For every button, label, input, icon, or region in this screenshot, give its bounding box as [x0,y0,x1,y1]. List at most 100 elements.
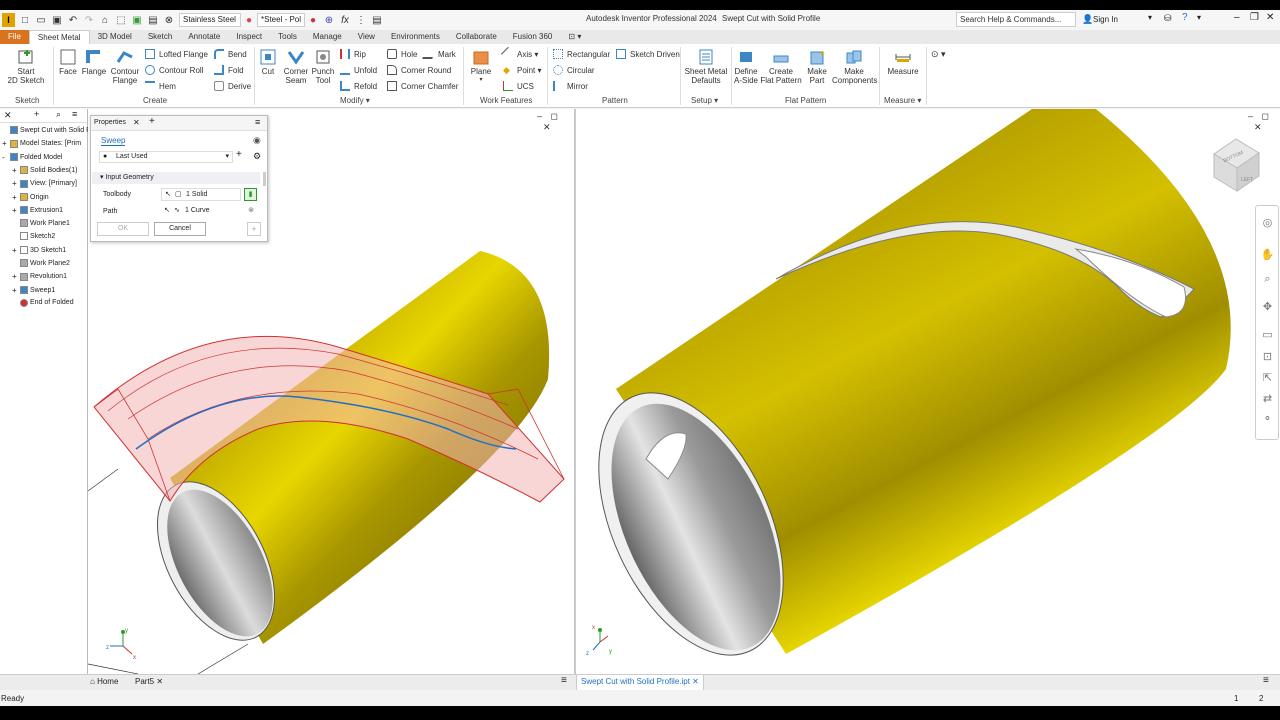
part5-tab[interactable]: Part5 ✕ [135,677,163,686]
browser-search-icon[interactable]: ⌕ [56,109,61,120]
preset-settings-icon[interactable]: ⚙ [253,151,261,162]
tab-sheet-metal[interactable]: Sheet Metal [28,30,90,44]
doc-list-menu-icon[interactable]: ≡ [561,675,567,686]
contour-roll-button[interactable]: Contour Roll [145,65,203,75]
expand-toggle-icon[interactable]: + [12,272,20,281]
contour-flange-button[interactable]: Contour Flange [108,48,142,85]
browser-item[interactable]: + Model States: [Prim [2,139,81,148]
group-measure-label[interactable]: Measure ▾ [884,96,921,105]
rectangular-pattern-button[interactable]: Rectangular [553,49,610,59]
browser-item[interactable]: + Origin [12,193,49,202]
zoom-window-icon[interactable]: ⇱ [1260,371,1275,386]
unfold-button[interactable]: Unfold [340,65,377,75]
close-window-button[interactable]: ✕ [1266,12,1274,23]
ucs-button[interactable]: UCS [503,81,534,91]
flange-button[interactable]: Flange [80,48,108,76]
corner-round-button[interactable]: Corner Round [387,65,451,75]
help-icon[interactable]: ? [1182,12,1188,23]
sheet-metal-defaults-button[interactable]: Sheet Metal Defaults [683,48,729,85]
lofted-flange-button[interactable]: Lofted Flange [145,49,208,59]
viewcube[interactable]: BOTTOM LEFT [1213,138,1260,192]
viewport-right[interactable]: – ◻ ✕ BOTTOM LEFT x z y [576,109,1280,674]
punch-tool-button[interactable]: Punch Tool [309,48,337,85]
plane-dropdown-icon[interactable]: ▾ [467,76,495,85]
corner-chamfer-button[interactable]: Corner Chamfer [387,81,458,91]
appearance-icon[interactable]: ● [243,13,255,27]
path-selector[interactable]: ↖ ∿ 1 Curve ⊗ [161,205,257,218]
measure-icon[interactable]: ▤ [147,13,159,27]
inventor-logo-icon[interactable]: I [2,13,15,27]
user-icon[interactable]: 👤 [1082,14,1093,25]
tab-inspect[interactable]: Inspect [228,30,270,44]
cut-button[interactable]: Cut [256,48,280,76]
properties-menu-icon[interactable]: ≡ [255,117,260,127]
derive-button[interactable]: Derive [214,81,251,91]
browser-item[interactable]: End of Folded [12,298,74,307]
new-file-icon[interactable]: □ [19,13,31,27]
help-dropdown-icon[interactable]: ▾ [1197,13,1201,22]
browser-item[interactable]: + Solid Bodies(1) [12,166,77,175]
expand-toggle-icon[interactable]: - [2,153,10,162]
search-box[interactable]: Search Help & Commands... [956,12,1076,27]
tab-environments[interactable]: Environments [383,30,448,44]
browser-item[interactable]: + Revolution1 [12,272,67,281]
active-document-tab[interactable]: Swept Cut with Solid Profile.ipt ✕ [576,675,704,690]
mirror-button[interactable]: Mirror [553,81,588,91]
appearance-palette-icon[interactable]: ● [307,13,319,27]
zoom-icon[interactable]: ⌕ [1260,272,1275,287]
group-modify-label[interactable]: Modify ▾ [340,96,370,105]
browser-item[interactable]: Swept Cut with Solid Pr [2,126,93,134]
sketch-driven-pattern-button[interactable]: Sketch Driven [616,49,680,59]
ok-button[interactable]: OK [97,222,149,236]
tab-sketch[interactable]: Sketch [140,30,180,44]
point-button[interactable]: ◆ Point ▾ [503,65,541,75]
active-doc-close-icon[interactable]: ✕ [692,677,699,686]
expand-toggle-icon[interactable]: + [12,179,20,188]
define-a-side-button[interactable]: Define A-Side [733,48,759,85]
browser-item[interactable]: + View: [Primary] [12,179,77,188]
home-tab[interactable]: ⌂ Home [90,677,118,686]
ribbon-options-icon[interactable]: ⊡ ▾ [560,30,589,44]
zoom-all-icon[interactable]: ⊡ [1260,350,1275,365]
browser-close-icon[interactable]: ✕ [4,110,12,121]
navigation-extra-icon[interactable]: ⇄ [1260,392,1275,407]
expand-toggle-icon[interactable]: + [12,206,20,215]
browser-item[interactable]: +3D Sketch1 [12,246,66,255]
undo-icon[interactable]: ↶ [67,13,79,27]
tab-3d-model[interactable]: 3D Model [90,30,140,44]
hole-button[interactable]: Hole [387,49,417,59]
browser-item[interactable]: - Folded Model [2,153,62,162]
cancel-button[interactable]: Cancel [154,222,206,236]
browser-item[interactable]: Work Plane2 [12,259,70,267]
expand-toggle-icon[interactable]: + [2,139,10,148]
navigation-customize-icon[interactable]: ⚬ [1260,412,1275,427]
browser-item[interactable]: + Sweep1 [12,286,55,295]
circular-pattern-button[interactable]: Circular [553,65,595,75]
parameters-icon[interactable]: fx [339,13,351,27]
cart-icon[interactable]: ⛁ [1164,13,1172,24]
solid-body-toggle-icon[interactable]: ▮ [244,188,257,201]
tab-tools[interactable]: Tools [270,30,305,44]
axis-button[interactable]: Axis ▾ [500,46,538,62]
face-button[interactable]: Face [56,48,80,76]
expand-toggle-icon[interactable]: + [12,286,20,295]
expand-toggle-icon[interactable]: + [12,246,20,255]
properties-tab-close-icon[interactable]: ✕ [133,118,140,127]
material-dropdown[interactable]: Stainless Steel [179,13,241,27]
appearance-dropdown[interactable]: *Steel - Pol [257,13,305,27]
restore-button[interactable]: ❐ [1250,12,1259,23]
orbit-icon[interactable]: ✥ [1260,300,1275,315]
tab-file[interactable]: File [0,30,29,44]
doc-list-menu-icon[interactable]: ≡ [1263,675,1269,686]
panel-scrollbar[interactable] [263,172,266,186]
qa-customize-icon[interactable]: ⋮ [355,13,367,27]
clear-appearance-icon[interactable]: ⊕ [323,13,335,27]
pan-icon[interactable]: ✋ [1260,248,1275,263]
properties-tab-title[interactable]: Properties [94,119,126,126]
sign-in-dropdown-icon[interactable]: ▾ [1148,13,1152,22]
minimize-button[interactable]: – [1234,12,1240,23]
look-at-icon[interactable]: ▭ [1260,328,1275,343]
plane-button[interactable]: Plane ▾ [467,48,495,85]
visibility-eye-icon[interactable]: ◉ [253,135,261,146]
tab-fusion-360[interactable]: Fusion 360 [505,30,561,44]
